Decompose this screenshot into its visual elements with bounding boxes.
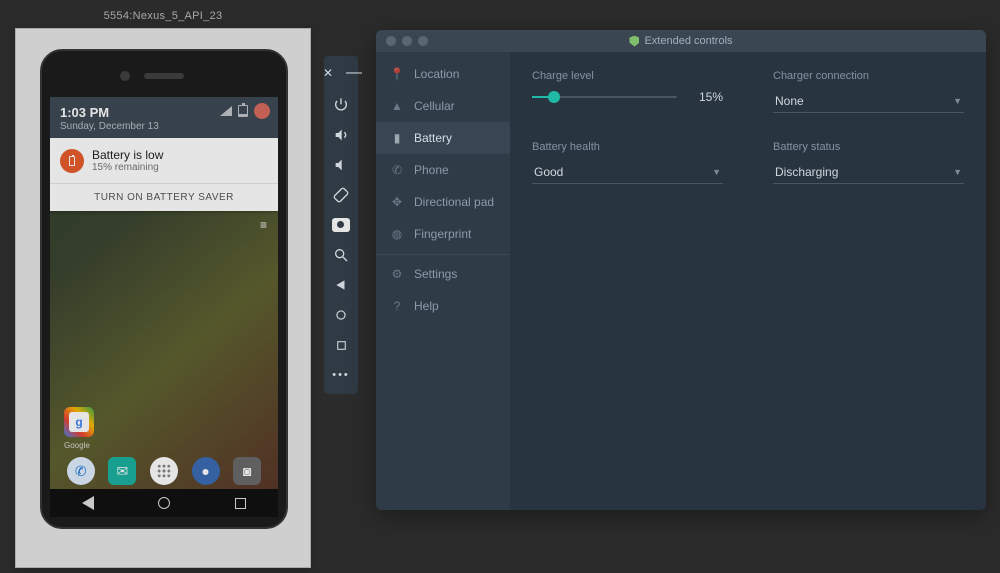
shield-icon xyxy=(629,36,639,47)
phone-nav-icon: ✆ xyxy=(390,163,404,177)
battery-health-select[interactable]: Good ▼ xyxy=(532,161,723,184)
help-icon: ? xyxy=(390,299,404,313)
front-camera xyxy=(120,71,130,81)
nav-label: Cellular xyxy=(414,99,455,113)
battery-health-label: Battery health xyxy=(532,141,723,153)
battery-health-value: Good xyxy=(534,165,563,179)
emulator-toolbar: ✕ — ••• xyxy=(324,56,358,394)
toolbar-recent-icon[interactable] xyxy=(332,336,350,354)
cellular-icon: ▲ xyxy=(390,99,404,113)
charge-level-value: 15% xyxy=(693,90,723,104)
battery-status-value: Discharging xyxy=(775,165,838,179)
device-frame: 1:03 PM Sunday, December 13 Battery is l… xyxy=(40,49,288,529)
extended-controls-nav: 📍 Location ▲ Cellular ▮ Battery ✆ Phone … xyxy=(376,52,510,510)
nav-cellular[interactable]: ▲ Cellular xyxy=(376,90,510,122)
nav-label: Location xyxy=(414,67,459,81)
nav-dpad[interactable]: ✥ Directional pad xyxy=(376,186,510,218)
rotate-icon[interactable] xyxy=(332,186,350,204)
charge-level-label: Charge level xyxy=(532,70,723,82)
extended-controls-title: Extended controls xyxy=(644,35,732,47)
device-screen[interactable]: 1:03 PM Sunday, December 13 Battery is l… xyxy=(50,97,278,517)
speaker-slot xyxy=(144,73,184,79)
traffic-zoom[interactable] xyxy=(418,36,428,46)
traffic-close[interactable] xyxy=(386,36,396,46)
volume-up-icon[interactable] xyxy=(332,126,350,144)
emulator-window-title: 5554:Nexus_5_API_23 xyxy=(15,10,311,22)
slider-thumb[interactable] xyxy=(548,91,560,103)
location-icon: 📍 xyxy=(390,67,404,81)
nav-battery[interactable]: ▮ Battery xyxy=(376,122,510,154)
nav-label: Directional pad xyxy=(414,195,494,209)
charger-connection-label: Charger connection xyxy=(773,70,964,82)
dpad-icon: ✥ xyxy=(390,195,404,209)
gear-icon: ⚙ xyxy=(390,267,404,281)
nav-label: Battery xyxy=(414,131,452,145)
nav-phone[interactable]: ✆ Phone xyxy=(376,154,510,186)
nav-label: Settings xyxy=(414,267,457,281)
dim-overlay xyxy=(50,97,278,517)
power-icon[interactable] xyxy=(332,96,350,114)
toolbar-minimize-button[interactable]: — xyxy=(345,64,363,82)
nav-help[interactable]: ? Help xyxy=(376,290,510,322)
chevron-down-icon: ▼ xyxy=(953,96,962,106)
toolbar-home-icon[interactable] xyxy=(332,306,350,324)
extended-controls-window: Extended controls 📍 Location ▲ Cellular … xyxy=(376,30,986,510)
battery-nav-icon: ▮ xyxy=(390,131,404,145)
nav-fingerprint[interactable]: ◍ Fingerprint xyxy=(376,218,510,250)
battery-status-select[interactable]: Discharging ▼ xyxy=(773,161,964,184)
battery-panel: Charge level 15% Charger connection None… xyxy=(510,52,986,510)
charger-connection-value: None xyxy=(775,94,804,108)
zoom-icon[interactable] xyxy=(332,246,350,264)
battery-status-label: Battery status xyxy=(773,141,964,153)
chevron-down-icon: ▼ xyxy=(712,167,721,177)
screenshot-icon[interactable] xyxy=(332,216,350,234)
chevron-down-icon: ▼ xyxy=(953,167,962,177)
toolbar-close-button[interactable]: ✕ xyxy=(319,64,337,82)
volume-down-icon[interactable] xyxy=(332,156,350,174)
nav-location[interactable]: 📍 Location xyxy=(376,58,510,90)
emulator-window: 1:03 PM Sunday, December 13 Battery is l… xyxy=(15,28,311,568)
traffic-minimize[interactable] xyxy=(402,36,412,46)
nav-label: Fingerprint xyxy=(414,227,471,241)
fingerprint-icon: ◍ xyxy=(390,227,404,241)
nav-label: Help xyxy=(414,299,439,313)
nav-settings[interactable]: ⚙ Settings xyxy=(376,254,510,290)
extended-controls-titlebar[interactable]: Extended controls xyxy=(376,30,986,52)
nav-label: Phone xyxy=(414,163,449,177)
charge-level-slider[interactable] xyxy=(532,96,677,98)
toolbar-back-icon[interactable] xyxy=(332,276,350,294)
charger-connection-select[interactable]: None ▼ xyxy=(773,90,964,113)
toolbar-more-icon[interactable]: ••• xyxy=(332,366,350,384)
